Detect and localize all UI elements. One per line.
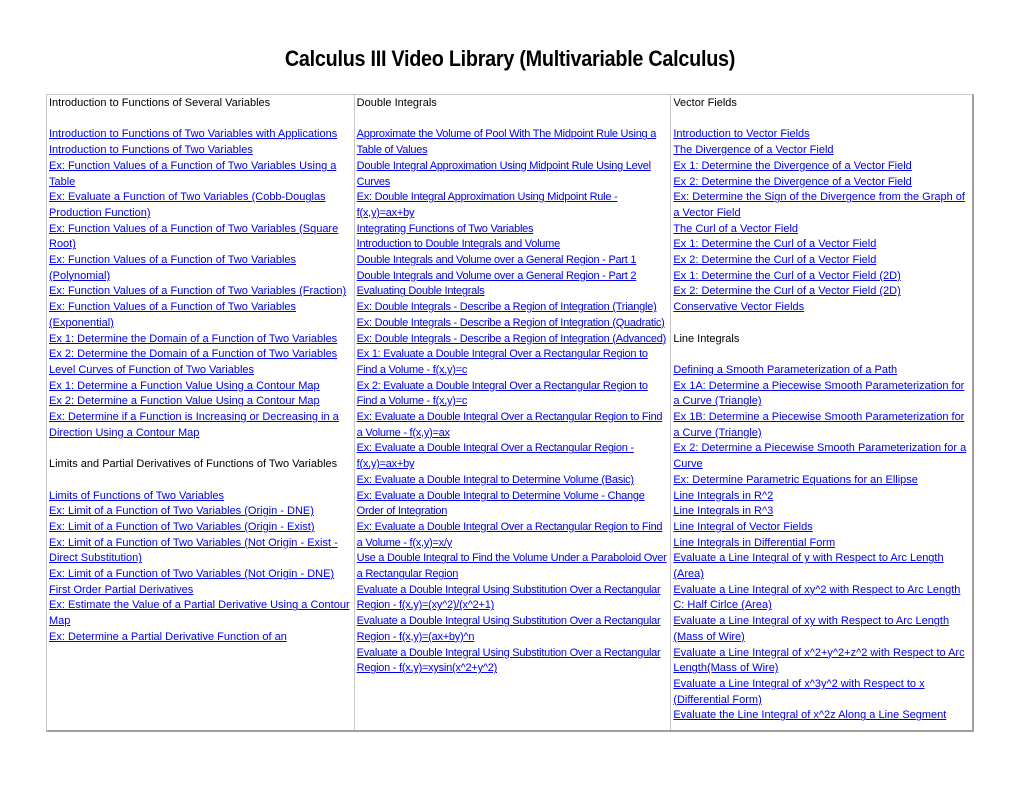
video-link[interactable]: Ex 1: Determine the Divergence of a Vect… — [673, 159, 972, 175]
column-double-integrals: Double Integrals Approximate the Volume … — [355, 95, 672, 730]
video-link[interactable]: Evaluate a Double Integral Using Substit… — [357, 646, 670, 677]
video-link[interactable]: Line Integrals in Differential Form — [673, 536, 972, 552]
column-vector-fields: Vector Fields Introduction to Vector Fie… — [671, 95, 972, 730]
video-link[interactable]: Evaluate a Line Integral of x^3y^2 with … — [673, 677, 972, 708]
video-link[interactable]: Evaluate the Line Integral of x^2z Along… — [673, 708, 972, 724]
link-list: Introduction to Vector Fields The Diverge… — [673, 127, 972, 315]
video-link[interactable]: Ex: Function Values of a Function of Two… — [49, 253, 354, 284]
video-link[interactable]: Ex: Double Integrals - Describe a Region… — [357, 300, 670, 316]
video-link[interactable]: Double Integrals and Volume over a Gener… — [357, 253, 670, 269]
column-functions-several-variables: Introduction to Functions of Several Var… — [47, 95, 355, 730]
video-link[interactable]: Ex: Limit of a Function of Two Variables… — [49, 504, 354, 520]
video-link[interactable]: Evaluate a Double Integral Using Substit… — [357, 614, 670, 645]
video-link[interactable]: Evaluate a Double Integral Using Substit… — [357, 583, 670, 614]
video-link[interactable]: Double Integrals and Volume over a Gener… — [357, 269, 670, 285]
video-link[interactable]: Ex: Estimate the Value of a Partial Deri… — [49, 598, 354, 629]
video-link[interactable]: Ex: Determine the Sign of the Divergence… — [673, 190, 972, 221]
video-link[interactable]: Line Integral of Vector Fields — [673, 520, 972, 536]
video-link[interactable]: Evaluating Double Integrals — [357, 284, 670, 300]
video-link[interactable]: Integrating Functions of Two Variables — [357, 222, 670, 238]
video-link[interactable]: First Order Partial Derivatives — [49, 583, 354, 599]
video-link[interactable]: Line Integrals in R^2 — [673, 489, 972, 505]
video-link[interactable]: Double Integral Approximation Using Midp… — [357, 159, 670, 190]
video-link[interactable]: Ex 2: Determine the Curl of a Vector Fie… — [673, 253, 972, 269]
page-title: Calculus III Video Library (Multivariabl… — [284, 46, 736, 71]
video-link[interactable]: Ex: Evaluate a Double Integral to Determ… — [357, 473, 670, 489]
column-header: Vector Fields — [673, 97, 737, 109]
video-link[interactable]: The Divergence of a Vector Field — [673, 143, 972, 159]
video-link[interactable]: Introduction to Vector Fields — [673, 127, 972, 143]
video-link[interactable]: Ex 1: Determine a Function Value Using a… — [49, 379, 354, 395]
video-link[interactable]: Ex: Evaluate a Double Integral Over a Re… — [357, 410, 670, 441]
video-link[interactable]: Ex: Determine a Partial Derivative Funct… — [49, 630, 354, 646]
link-list: Limits of Functions of Two Variables Ex: … — [49, 489, 354, 646]
video-link[interactable]: Ex 2: Determine the Domain of a Function… — [49, 347, 354, 363]
video-link[interactable]: Evaluate a Line Integral of xy^2 with Re… — [673, 583, 972, 614]
video-link[interactable]: Ex: Function Values of a Function of Two… — [49, 222, 354, 253]
video-link[interactable]: Defining a Smooth Parameterization of a … — [673, 363, 972, 379]
video-link[interactable]: Introduction to Double Integrals and Vol… — [357, 237, 670, 253]
video-link[interactable]: Ex: Function Values of a Function of Two… — [49, 300, 354, 331]
video-link[interactable]: Ex: Double Integrals - Describe a Region… — [357, 316, 670, 332]
link-list: Defining a Smooth Parameterization of a … — [673, 363, 972, 724]
video-link[interactable]: Ex: Limit of a Function of Two Variables… — [49, 567, 354, 583]
video-link[interactable]: Ex: Evaluate a Double Integral Over a Re… — [357, 520, 670, 551]
video-link[interactable]: Ex: Determine if a Function is Increasin… — [49, 410, 354, 441]
video-link[interactable]: Ex 2: Determine a Function Value Using a… — [49, 394, 354, 410]
video-link[interactable]: Ex 2: Determine the Divergence of a Vect… — [673, 175, 972, 191]
video-link[interactable]: Ex: Evaluate a Function of Two Variables… — [49, 190, 354, 221]
video-link[interactable]: Introduction to Functions of Two Variabl… — [49, 143, 354, 159]
video-link[interactable]: Ex: Limit of a Function of Two Variables… — [49, 536, 354, 567]
video-link[interactable]: Level Curves of Function of Two Variable… — [49, 363, 354, 379]
video-link[interactable]: Ex 2: Evaluate a Double Integral Over a … — [357, 379, 670, 410]
link-list: Approximate the Volume of Pool With The … — [357, 127, 671, 677]
video-link[interactable]: Evaluate a Line Integral of x^2+y^2+z^2 … — [673, 646, 972, 677]
video-link[interactable]: Ex 1: Determine the Domain of a Function… — [49, 332, 354, 348]
video-link[interactable]: Conservative Vector Fields — [673, 300, 972, 316]
video-link[interactable]: Ex: Double Integral Approximation Using … — [357, 190, 670, 221]
video-link[interactable]: Ex: Limit of a Function of Two Variables… — [49, 520, 354, 536]
column-header: Double Integrals — [356, 97, 437, 109]
video-link[interactable]: Ex 1B: Determine a Piecewise Smooth Para… — [673, 410, 972, 441]
video-link[interactable]: Ex 1: Determine the Curl of a Vector Fie… — [673, 237, 972, 253]
video-library-table: Introduction to Functions of Several Var… — [46, 94, 974, 732]
video-link[interactable]: Ex: Evaluate a Double Integral Over a Re… — [357, 441, 670, 472]
section-header-line-integrals: Line Integrals — [673, 332, 740, 345]
video-link[interactable]: Approximate the Volume of Pool With The … — [357, 127, 670, 158]
link-list: Introduction to Functions of Two Variabl… — [49, 127, 354, 441]
column-header: Introduction to Functions of Several Var… — [49, 97, 271, 109]
video-link[interactable]: Ex 1: Evaluate a Double Integral Over a … — [357, 347, 670, 378]
video-link[interactable]: Ex 2: Determine the Curl of a Vector Fie… — [673, 284, 972, 300]
video-link[interactable]: Use a Double Integral to Find the Volume… — [357, 551, 670, 582]
video-link[interactable]: Ex: Double Integrals - Describe a Region… — [357, 332, 670, 348]
video-link[interactable]: Line Integrals in R^3 — [673, 504, 972, 520]
video-link[interactable]: Ex 1: Determine the Curl of a Vector Fie… — [673, 269, 972, 285]
video-link[interactable]: Ex 2: Determine a Piecewise Smooth Param… — [673, 441, 972, 472]
video-link[interactable]: Introduction to Functions of Two Variabl… — [49, 127, 354, 143]
video-link[interactable]: Ex: Evaluate a Double Integral to Determ… — [357, 489, 670, 520]
section-header-limits-partial-derivatives: Limits and Partial Derivatives of Functi… — [49, 458, 338, 471]
video-link[interactable]: Evaluate a Line Integral of xy with Resp… — [673, 614, 972, 645]
video-link[interactable]: The Curl of a Vector Field — [673, 222, 972, 238]
video-link[interactable]: Ex 1A: Determine a Piecewise Smooth Para… — [673, 379, 972, 410]
video-link[interactable]: Ex: Function Values of a Function of Two… — [49, 284, 354, 300]
video-link[interactable]: Limits of Functions of Two Variables — [49, 489, 354, 505]
video-link[interactable]: Ex: Determine Parametric Equations for a… — [673, 473, 972, 489]
video-link[interactable]: Ex: Function Values of a Function of Two… — [49, 159, 354, 190]
video-link[interactable]: Evaluate a Line Integral of y with Respe… — [673, 551, 972, 582]
